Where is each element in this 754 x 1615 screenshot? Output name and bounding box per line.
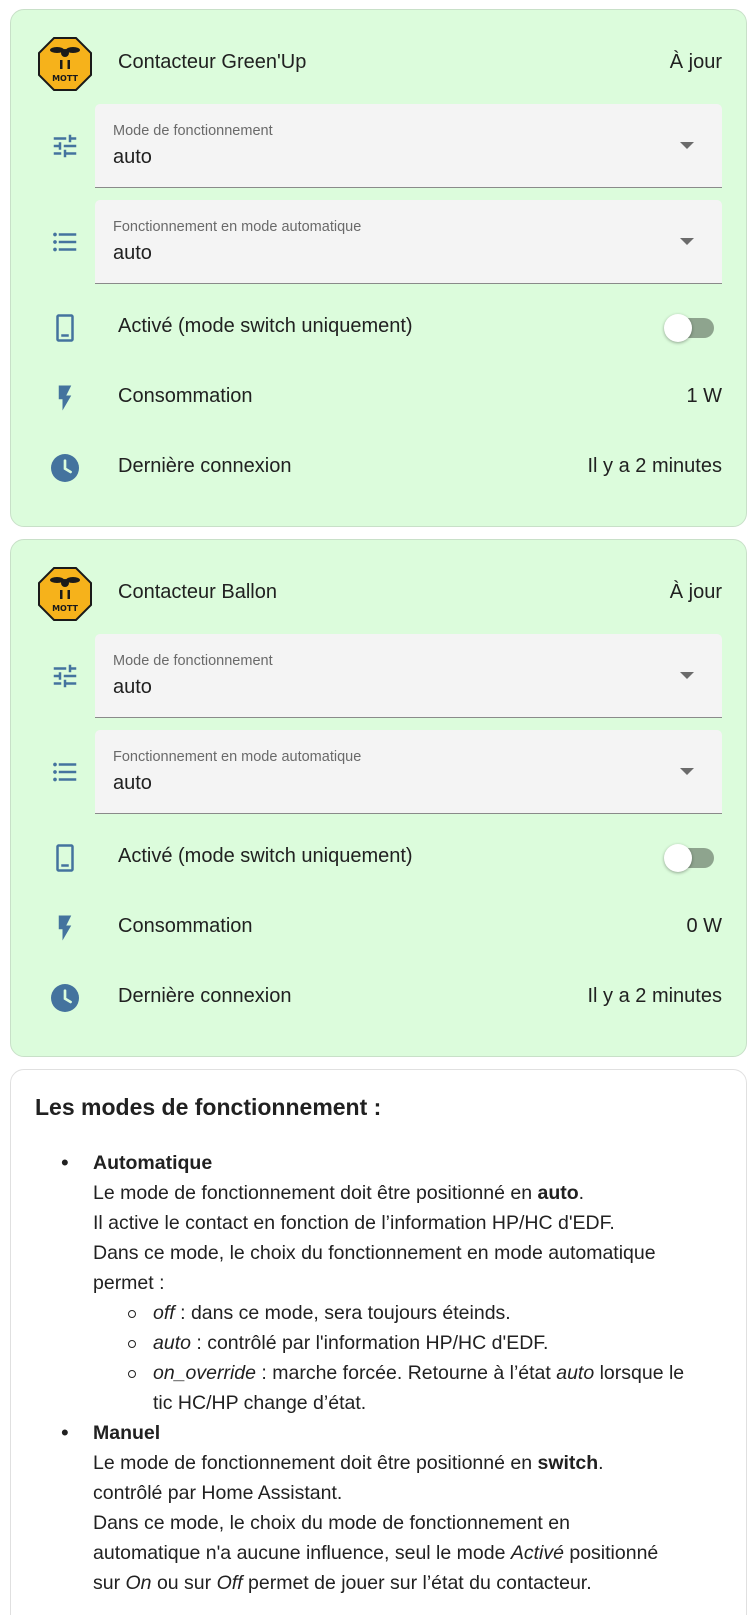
activated-toggle[interactable]	[664, 314, 714, 342]
last-seen-value: Il y a 2 minutes	[587, 985, 722, 1007]
auto-line-1: Le mode de fonctionnement doit être posi…	[93, 1182, 585, 1204]
auto-select-row: Fonctionnement en mode automatique auto	[11, 730, 746, 814]
auto-line-3: Dans ce mode, le choix du fonctionnement…	[93, 1242, 656, 1264]
power-label: Consommation	[118, 915, 253, 937]
clock-icon	[37, 970, 93, 1026]
device-status: À jour	[669, 51, 722, 73]
power-row[interactable]: Consommation 0 W	[11, 900, 746, 956]
last-seen-label: Dernière connexion	[118, 455, 292, 477]
mode-select-value: auto	[113, 676, 152, 698]
device-status: À jour	[669, 581, 722, 603]
dropdown-arrow-icon[interactable]	[680, 142, 694, 149]
cellphone-icon	[37, 300, 93, 356]
info-title: Les modes de fonctionnement :	[35, 1094, 382, 1120]
dropdown-arrow-icon[interactable]	[680, 672, 694, 679]
list-item-off: off : dans ce mode, sera toujours éteind…	[109, 1298, 726, 1328]
list-item-automatique: Automatique Le mode de fonctionnement do…	[49, 1148, 726, 1418]
mode-select[interactable]: Mode de fonctionnement auto	[95, 104, 722, 188]
auto-heading: Automatique	[93, 1152, 213, 1174]
device-header[interactable]: MOTT Contacteur Ballon À jour	[11, 566, 746, 622]
auto-select-label: Fonctionnement en mode automatique	[113, 219, 362, 235]
auto-select[interactable]: Fonctionnement en mode automatique auto	[95, 730, 722, 814]
auto-select-value: auto	[113, 242, 152, 264]
power-value: 1 W	[686, 385, 722, 407]
auto-line-4: permet :	[93, 1272, 165, 1294]
mode-select-value: auto	[113, 146, 152, 168]
svg-text:MOTT: MOTT	[52, 604, 78, 613]
info-body: Automatique Le mode de fonctionnement do…	[49, 1148, 726, 1598]
switch-label: Activé (mode switch uniquement)	[118, 315, 413, 337]
toggle-thumb	[664, 844, 692, 872]
power-label: Consommation	[118, 385, 253, 407]
power-value: 0 W	[686, 915, 722, 937]
device-card-greenup: MOTT Contacteur Green'Up À jour Mode de …	[10, 9, 747, 527]
tune-sliders-icon	[37, 118, 93, 174]
device-name: Contacteur Green'Up	[118, 51, 307, 73]
manual-line-3: Dans ce mode, le choix du mode de foncti…	[93, 1512, 570, 1534]
manual-line-1: Le mode de fonctionnement doit être posi…	[93, 1452, 604, 1474]
format-list-bulleted-icon	[37, 744, 93, 800]
manual-heading: Manuel	[93, 1422, 161, 1444]
manual-line-4: automatique n'a aucune influence, seul l…	[93, 1542, 659, 1564]
tune-sliders-icon	[37, 648, 93, 704]
power-row[interactable]: Consommation 1 W	[11, 370, 746, 426]
mode-select-label: Mode de fonctionnement	[113, 123, 273, 139]
format-list-bulleted-icon	[37, 214, 93, 270]
dropdown-arrow-icon[interactable]	[680, 238, 694, 245]
mott-logo-icon: MOTT	[37, 36, 93, 92]
mode-select-row: Mode de fonctionnement auto	[11, 104, 746, 188]
mode-select[interactable]: Mode de fonctionnement auto	[95, 634, 722, 718]
last-seen-row[interactable]: Dernière connexion Il y a 2 minutes	[11, 970, 746, 1026]
cellphone-icon	[37, 830, 93, 886]
auto-select-value: auto	[113, 772, 152, 794]
switch-row: Activé (mode switch uniquement)	[11, 830, 746, 886]
device-name: Contacteur Ballon	[118, 581, 277, 603]
switch-row: Activé (mode switch uniquement)	[11, 300, 746, 356]
mott-logo-icon: MOTT	[37, 566, 93, 622]
flash-icon	[37, 370, 93, 426]
clock-icon	[37, 440, 93, 496]
list-item-manuel: Manuel Le mode de fonctionnement doit êt…	[49, 1418, 726, 1598]
svg-text:MOTT: MOTT	[52, 74, 78, 83]
manual-line-5: sur On ou sur Off permet de jouer sur l’…	[93, 1572, 592, 1594]
auto-select-row: Fonctionnement en mode automatique auto	[11, 200, 746, 284]
auto-line-2: Il active le contact en fonction de l’in…	[93, 1212, 615, 1234]
mode-select-label: Mode de fonctionnement	[113, 653, 273, 669]
toggle-thumb	[664, 314, 692, 342]
device-header[interactable]: MOTT Contacteur Green'Up À jour	[11, 36, 746, 92]
last-seen-label: Dernière connexion	[118, 985, 292, 1007]
auto-select-label: Fonctionnement en mode automatique	[113, 749, 362, 765]
list-item-on-override: on_override : marche forcée. Retourne à …	[109, 1358, 726, 1418]
flash-icon	[37, 900, 93, 956]
manual-line-2: contrôlé par Home Assistant.	[93, 1482, 343, 1504]
list-item-auto: auto : contrôlé par l'information HP/HC …	[109, 1328, 726, 1358]
device-card-ballon: MOTT Contacteur Ballon À jour Mode de fo…	[10, 539, 747, 1057]
last-seen-value: Il y a 2 minutes	[587, 455, 722, 477]
activated-toggle[interactable]	[664, 844, 714, 872]
auto-select[interactable]: Fonctionnement en mode automatique auto	[95, 200, 722, 284]
switch-label: Activé (mode switch uniquement)	[118, 845, 413, 867]
dropdown-arrow-icon[interactable]	[680, 768, 694, 775]
last-seen-row[interactable]: Dernière connexion Il y a 2 minutes	[11, 440, 746, 496]
mode-select-row: Mode de fonctionnement auto	[11, 634, 746, 718]
modes-info-card: Les modes de fonctionnement : Automatiqu…	[10, 1069, 747, 1615]
